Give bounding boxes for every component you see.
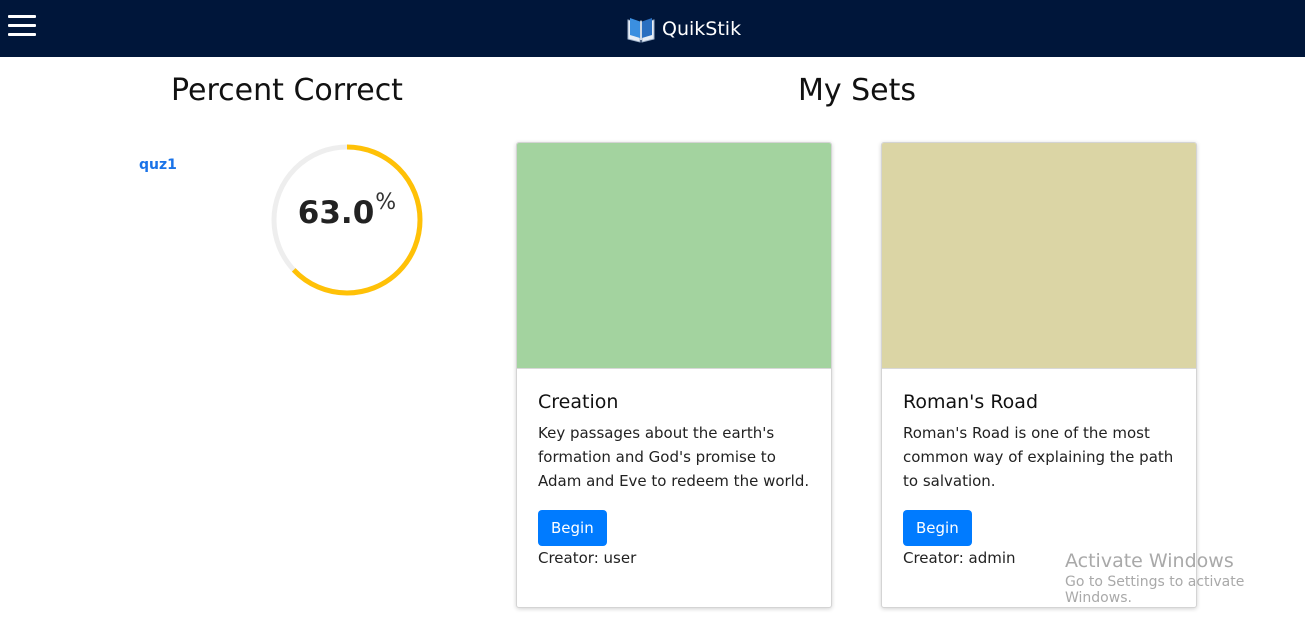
set-card-description: Roman's Road is one of the most common w… [903, 424, 1174, 490]
set-card-body: Creation Key passages about the earth's … [517, 369, 831, 567]
percent-number: 63.0 [297, 195, 375, 231]
activate-windows-watermark: Activate Windows Go to Settings to activ… [1065, 550, 1305, 606]
hamburger-line [8, 24, 36, 27]
begin-button[interactable]: Begin [903, 510, 972, 546]
brand-link[interactable]: QuikStik [625, 13, 741, 45]
watermark-title: Activate Windows [1065, 550, 1234, 572]
begin-button[interactable]: Begin [538, 510, 607, 546]
set-card-romans-road: Roman's Road Roman's Road is one of the … [881, 142, 1197, 608]
set-card-image [517, 143, 831, 369]
set-card-title: Roman's Road [903, 391, 1039, 413]
set-card-creator: Creator: user [538, 549, 637, 567]
set-card-body: Roman's Road Roman's Road is one of the … [882, 369, 1196, 567]
set-card-creation: Creation Key passages about the earth's … [516, 142, 832, 608]
brand-name: QuikStik [662, 18, 742, 40]
hamburger-line [8, 15, 36, 18]
percent-readout: 63.0% [270, 190, 424, 231]
watermark-subtitle: Go to Settings to activate Windows. [1065, 574, 1245, 606]
open-book-icon [627, 18, 655, 43]
top-navbar: QuikStik [0, 0, 1305, 57]
set-card-description: Key passages about the earth's formation… [538, 424, 810, 490]
quiz-link[interactable]: quz1 [139, 157, 177, 173]
hamburger-line [8, 33, 36, 36]
set-card-title: Creation [538, 391, 619, 413]
set-card-image [882, 143, 1196, 369]
percent-correct-title: Percent Correct [171, 73, 403, 108]
percent-unit: % [375, 190, 397, 215]
hamburger-menu-icon[interactable] [8, 14, 36, 38]
my-sets-title: My Sets [797, 73, 917, 108]
